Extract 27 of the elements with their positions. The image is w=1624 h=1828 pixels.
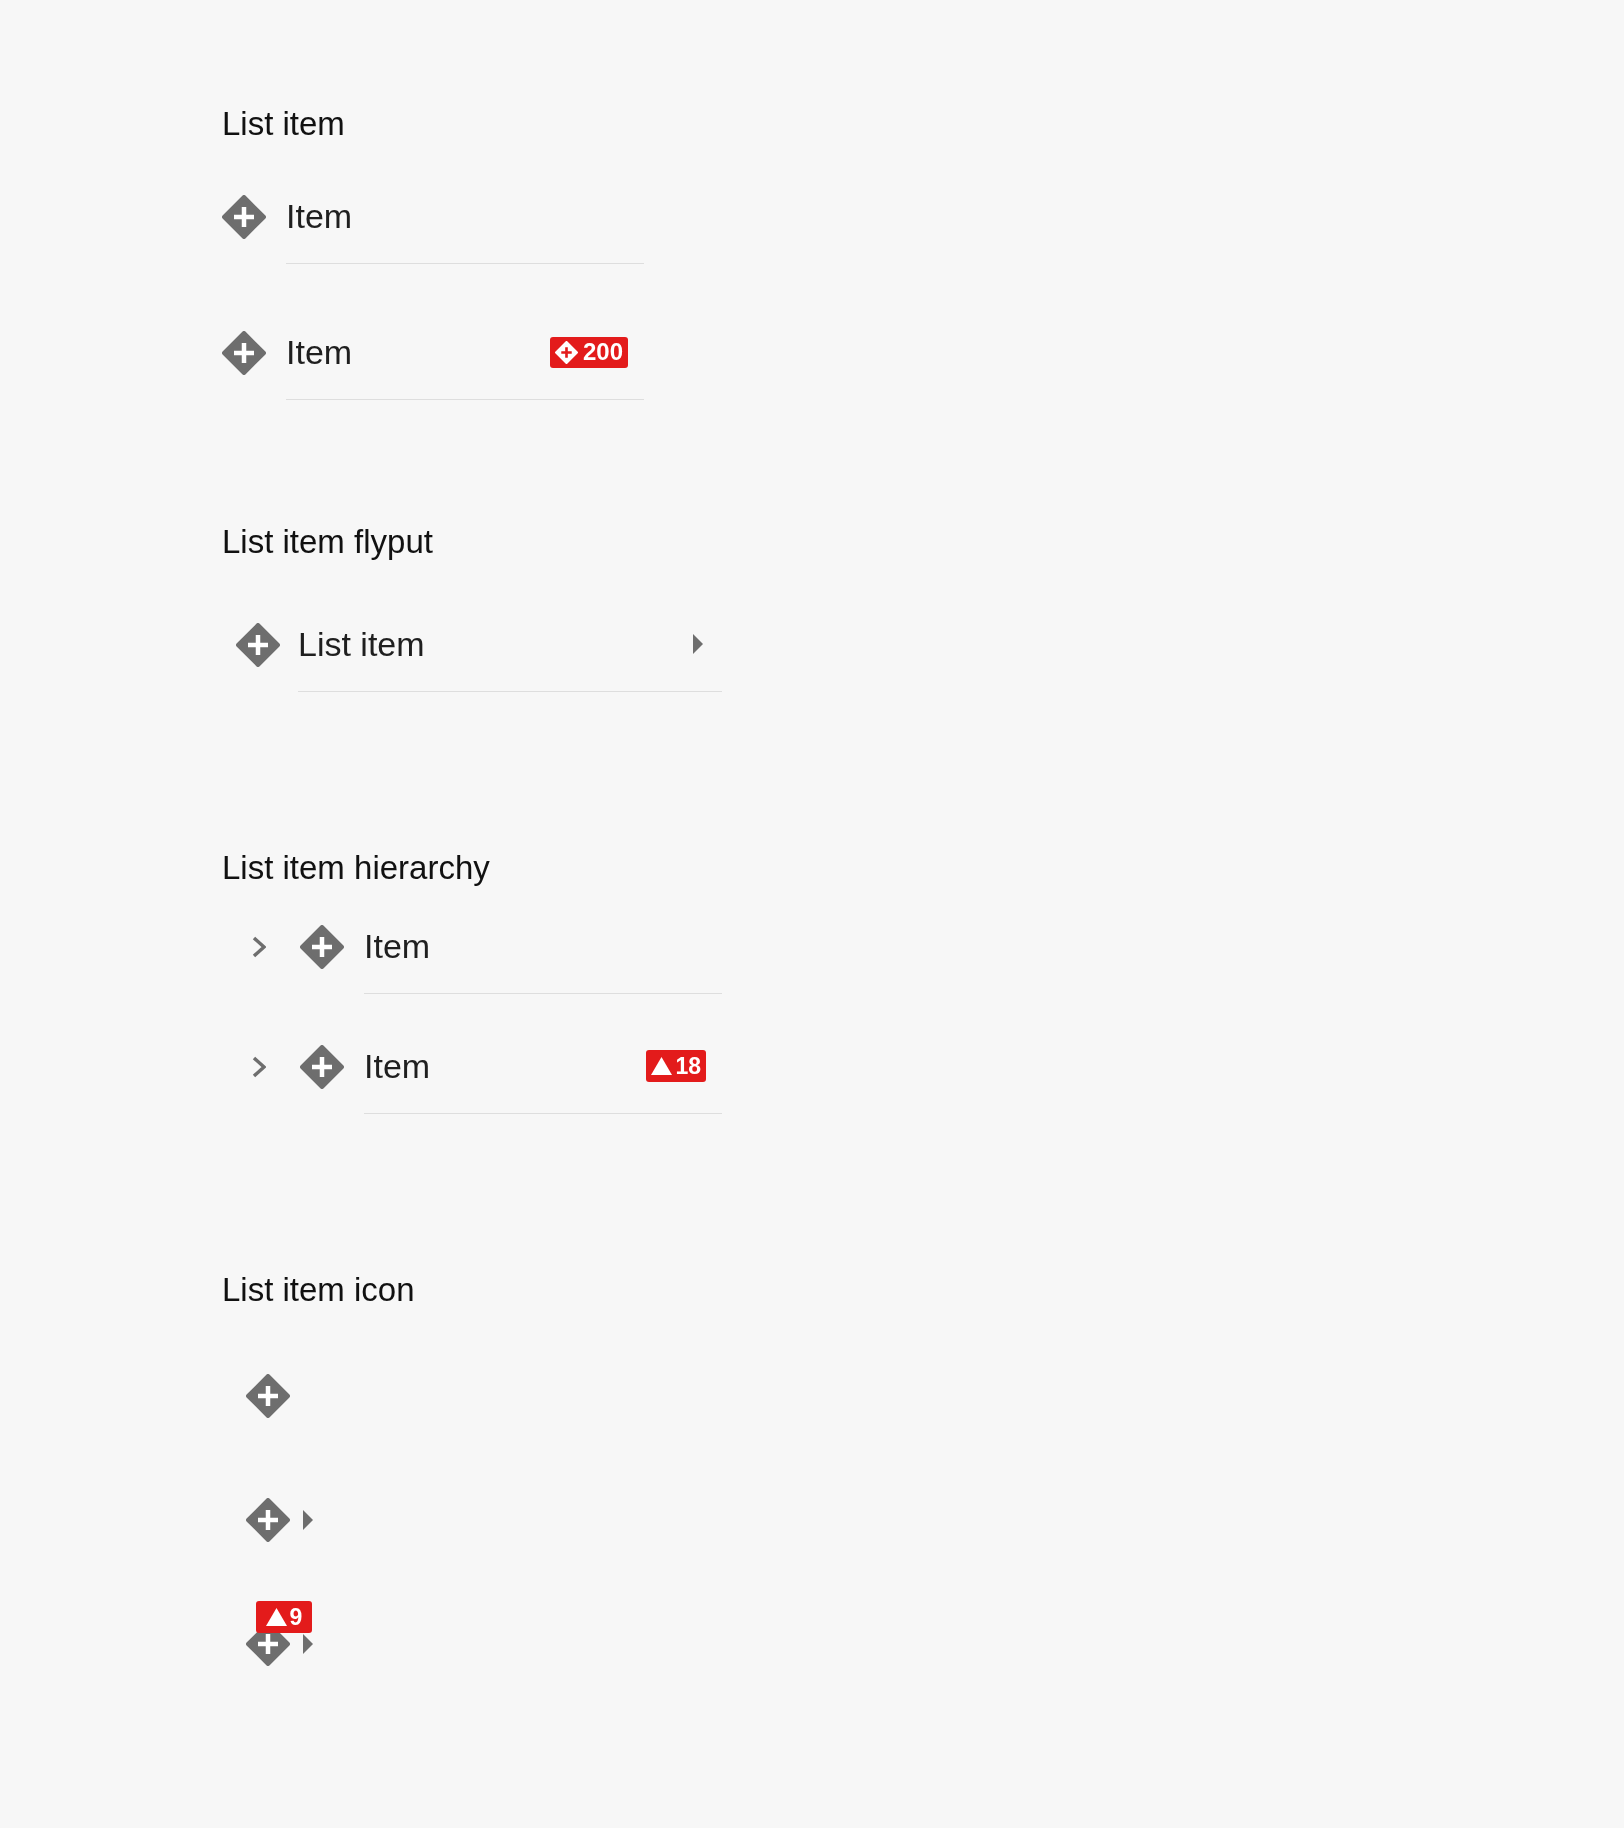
- plus-diamond-icon: [246, 1374, 290, 1418]
- section-heading: List item icon: [222, 1271, 415, 1309]
- list-item[interactable]: Item: [252, 899, 722, 994]
- list-item[interactable]: List item: [236, 597, 722, 692]
- plus-diamond-icon: [300, 1044, 344, 1089]
- chevron-right-icon[interactable]: [252, 935, 266, 958]
- warning-triangle-icon: [265, 1608, 287, 1626]
- list-item[interactable]: Item: [222, 169, 644, 264]
- section-heading: List item hierarchy: [222, 849, 490, 887]
- badge-count: 200: [582, 340, 623, 364]
- badge-count: 18: [675, 1054, 701, 1078]
- section-heading: List item flyput: [222, 523, 433, 561]
- section-heading: List item: [222, 105, 345, 143]
- plus-diamond-icon: [246, 1498, 290, 1542]
- chevron-right-icon[interactable]: [252, 1055, 266, 1078]
- badge-count: 9: [289, 1605, 303, 1629]
- warning-triangle-icon: [651, 1057, 673, 1075]
- plus-diamond-icon: [236, 622, 280, 667]
- list-item[interactable]: Item 18: [252, 1019, 722, 1114]
- plus-diamond-icon: [554, 340, 578, 364]
- list-item[interactable]: 9: [246, 1601, 313, 1666]
- list-item[interactable]: [246, 1498, 313, 1542]
- plus-diamond-icon: [300, 924, 344, 969]
- list-item[interactable]: Item 200: [222, 305, 644, 400]
- plus-diamond-icon: [222, 330, 266, 375]
- list-item[interactable]: [246, 1374, 290, 1418]
- plus-diamond-icon: [222, 194, 266, 239]
